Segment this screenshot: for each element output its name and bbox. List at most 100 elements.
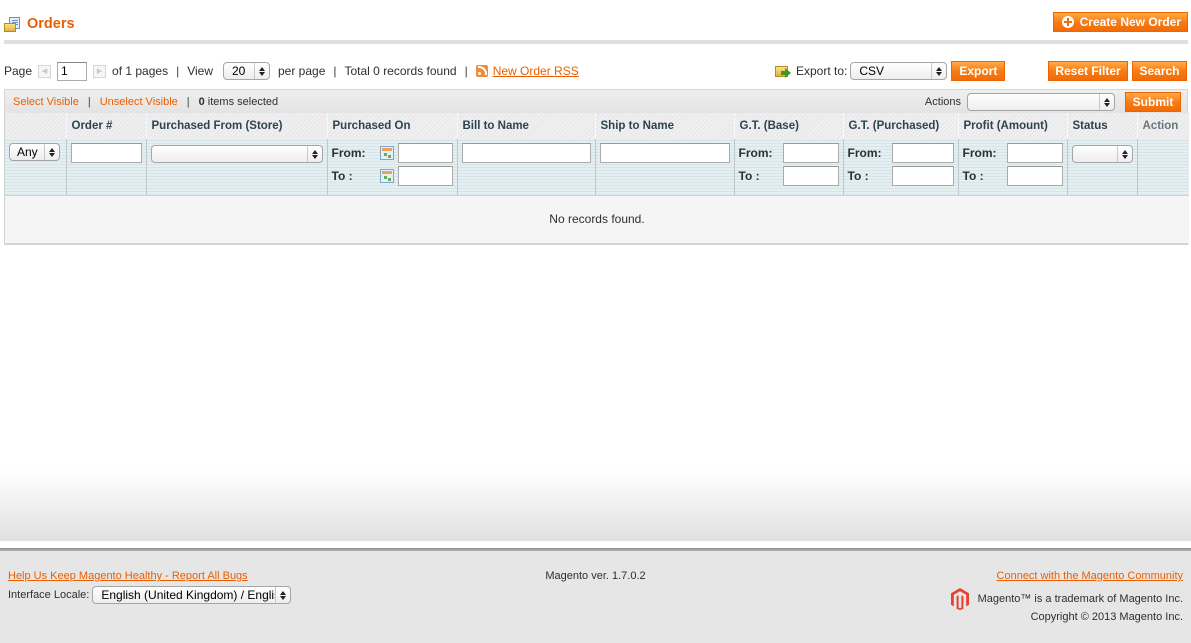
page-title: Orders (4, 16, 75, 32)
filter-row: Any From: To: From: To: From: To: Fro… (5, 139, 1189, 196)
total-records: Total 0 records found (344, 64, 457, 78)
gt-base-from-input[interactable] (782, 143, 839, 163)
magento-logo-icon (950, 588, 969, 610)
massaction-filter-value: Any (17, 145, 38, 159)
column-header-ship-to-name[interactable]: Ship to Name (594, 113, 735, 139)
export-label: Export to: (796, 64, 848, 78)
empty-row: No records found. (5, 195, 1189, 244)
actions-select[interactable] (967, 93, 1115, 111)
content-header: Orders Create New Order (4, 10, 1188, 44)
separator: | (464, 64, 468, 78)
locale-value: English (United Kingdom) / English (Unit… (101, 588, 275, 602)
copyright: Copyright © 2013 Magento Inc. (1030, 611, 1183, 623)
column-header-bill-to-name[interactable]: Bill to Name (456, 113, 596, 139)
rss-link-label: New Order RSS (492, 64, 579, 78)
updown-arrows-icon (931, 63, 946, 79)
page-count: of 1 pages (112, 64, 169, 78)
actions-label: Actions (924, 96, 961, 108)
filter-action-cell (1136, 139, 1189, 196)
separator: | (186, 95, 190, 108)
updown-arrows-icon (1116, 146, 1132, 162)
trademark: Magento™ is a trademark of Magento Inc. (950, 588, 1183, 610)
filter-store-cell (145, 139, 327, 196)
gt-purchased-to-input[interactable] (891, 166, 954, 186)
trademark-text: Magento™ is a trademark of Magento Inc. (977, 593, 1183, 605)
locale-select[interactable]: English (United Kingdom) / English (Unit… (92, 586, 292, 604)
column-header-gt-base[interactable]: G.T. (Base) (733, 113, 844, 139)
profit-from-input[interactable] (1006, 143, 1063, 163)
calendar-icon[interactable] (379, 146, 394, 160)
select-visible-link[interactable]: Select Visible (13, 96, 79, 108)
from-label: From: (962, 146, 997, 160)
to-label-text: To : (331, 169, 353, 183)
page-label: Page (4, 64, 33, 78)
page-number-input[interactable] (57, 61, 88, 81)
status-filter-select[interactable] (1071, 145, 1133, 163)
updown-arrows-icon (306, 146, 322, 162)
store-filter-select[interactable] (150, 145, 323, 163)
orders-grid: Order # Purchased From (Store) Purchased… (4, 113, 1190, 245)
page-content: Orders Create New Order Page ◀ ▶ of 1 pa… (0, 0, 1191, 541)
to-label: To : (738, 169, 760, 183)
to-label: To : (962, 169, 984, 183)
to-label: To : (332, 169, 394, 183)
unselect-visible-link[interactable]: Unselect Visible (100, 96, 178, 108)
create-new-order-button[interactable]: Create New Order (1052, 12, 1188, 32)
filter-massaction-cell: Any (5, 139, 66, 196)
from-label-text: From: (331, 146, 366, 160)
locale-label: Interface Locale: (8, 589, 90, 601)
column-header-gt-purchased[interactable]: G.T. (Purchased) (842, 113, 959, 139)
updown-arrows-icon (275, 587, 290, 603)
previous-page-button[interactable]: ◀ (38, 64, 52, 78)
filter-gt-purchased-cell: From: To : (842, 139, 958, 196)
per-page-value: 20 (232, 64, 246, 78)
column-header-profit-amount[interactable]: Profit (Amount) (957, 113, 1068, 139)
new-order-rss-link[interactable]: New Order RSS (475, 64, 579, 78)
community-link[interactable]: Connect with the Magento Community (997, 570, 1183, 582)
submit-button[interactable]: Submit (1125, 92, 1181, 112)
massaction-filter-select[interactable]: Any (9, 143, 60, 161)
gt-base-to-input[interactable] (782, 166, 839, 186)
page-title-text: Orders (27, 16, 75, 32)
column-header-status[interactable]: Status (1066, 113, 1138, 139)
order-number-filter-input[interactable] (70, 143, 142, 163)
filter-purchased-on-cell: From: To : (326, 139, 457, 196)
arrow-left-icon: ◀ (41, 68, 48, 75)
calendar-icon[interactable] (379, 169, 394, 183)
from-label: From: (847, 146, 882, 160)
profit-to-input[interactable] (1006, 166, 1063, 186)
filter-status-cell (1066, 139, 1137, 196)
next-page-button[interactable]: ▶ (93, 64, 107, 78)
column-header-purchased-on[interactable]: Purchased On (326, 113, 458, 139)
orders-icon (4, 16, 21, 32)
empty-message: No records found. (5, 195, 1189, 244)
export-format-select[interactable]: CSV (850, 62, 948, 80)
column-header-order-number[interactable]: Order # (65, 113, 147, 139)
ship-to-name-filter-input[interactable] (599, 143, 730, 163)
per-page-select[interactable]: 20 (223, 62, 270, 80)
reset-filter-button[interactable]: Reset Filter (1048, 61, 1128, 81)
bill-to-name-filter-input[interactable] (461, 143, 591, 163)
filter-gt-base-cell: From: To : (733, 139, 843, 196)
date-range: From: To : (332, 143, 453, 186)
profit-range: From: To : (963, 143, 1063, 186)
footer: Help Us Keep Magento Healthy - Report Al… (0, 551, 1191, 643)
header-row: Order # Purchased From (Store) Purchased… (5, 113, 1190, 139)
selected-suffix: items selected (204, 95, 279, 108)
create-new-order-label: Create New Order (1079, 15, 1181, 29)
purchased-on-to-input[interactable] (397, 166, 453, 186)
updown-arrows-icon (1099, 94, 1114, 110)
export-button[interactable]: Export (951, 61, 1006, 81)
gt-purchased-from-input[interactable] (891, 143, 954, 163)
filter-actions: Reset Filter Search (1048, 61, 1187, 81)
column-header-purchased-from[interactable]: Purchased From (Store) (145, 113, 328, 139)
per-page-label: per page (278, 64, 326, 78)
orders-table: Order # Purchased From (Store) Purchased… (5, 113, 1190, 244)
search-button[interactable]: Search (1132, 61, 1187, 81)
export-format-value: CSV (859, 64, 885, 78)
arrow-right-icon: ▶ (96, 68, 103, 75)
gt-base-range: From: To : (739, 143, 839, 186)
massaction-bar: Select Visible | Unselect Visible | 0 it… (4, 89, 1188, 113)
purchased-on-from-input[interactable] (397, 143, 453, 163)
rss-icon (475, 65, 488, 77)
